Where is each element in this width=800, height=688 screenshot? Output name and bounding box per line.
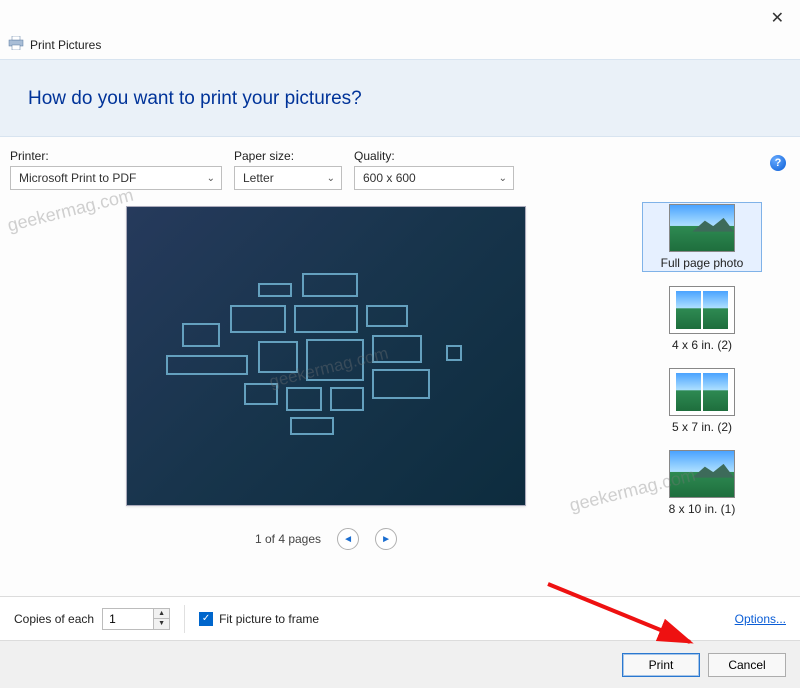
- printer-field: Printer: Microsoft Print to PDF ⌄: [10, 149, 222, 190]
- divider: [184, 605, 185, 633]
- print-preview: [126, 206, 526, 506]
- printer-label: Printer:: [10, 149, 222, 163]
- chevron-down-icon: ⌄: [499, 173, 507, 184]
- print-button[interactable]: Print: [622, 653, 700, 677]
- quality-select[interactable]: 600 x 600 ⌄: [354, 166, 514, 190]
- main-area: 1 of 4 pages ◄ ► Full page photo 4 x 6 in…: [0, 196, 800, 550]
- layout-label: 4 x 6 in. (2): [672, 338, 732, 352]
- layout-item[interactable]: 8 x 10 in. (1): [642, 448, 762, 518]
- printer-icon: [8, 36, 24, 53]
- copies-input[interactable]: [103, 609, 153, 629]
- window-title: Print Pictures: [30, 38, 101, 52]
- cancel-button[interactable]: Cancel: [708, 653, 786, 677]
- bottom-settings: Copies of each ▲ ▼ ✓ Fit picture to fram…: [0, 596, 800, 640]
- layout-label: 8 x 10 in. (1): [669, 502, 736, 516]
- fit-to-frame-checkbox[interactable]: ✓: [199, 612, 213, 626]
- layout-thumbnail: [669, 368, 735, 416]
- quality-value: 600 x 600: [363, 171, 416, 185]
- copies-increment[interactable]: ▲: [154, 609, 169, 620]
- help-icon[interactable]: ?: [770, 155, 786, 171]
- layout-thumbnail: [669, 286, 735, 334]
- chevron-down-icon: ⌄: [327, 173, 335, 184]
- layout-item[interactable]: 4 x 6 in. (2): [642, 284, 762, 354]
- page-heading: How do you want to print your pictures?: [28, 88, 772, 110]
- close-button[interactable]: ✕: [771, 8, 784, 28]
- paper-size-label: Paper size:: [234, 149, 342, 163]
- quality-label: Quality:: [354, 149, 514, 163]
- printer-value: Microsoft Print to PDF: [19, 171, 136, 185]
- copies-label: Copies of each: [14, 612, 94, 626]
- layout-column: Full page photo 4 x 6 in. (2) 5 x 7 in. (2…: [642, 202, 790, 550]
- chevron-down-icon: ⌄: [207, 173, 215, 184]
- layout-item[interactable]: 5 x 7 in. (2): [642, 366, 762, 436]
- next-page-button[interactable]: ►: [375, 528, 397, 550]
- layout-item[interactable]: Full page photo: [642, 202, 762, 272]
- layout-label: Full page photo: [661, 256, 744, 270]
- title-bar: Print Pictures: [0, 0, 800, 59]
- button-bar: Print Cancel: [0, 640, 800, 688]
- preview-column: 1 of 4 pages ◄ ►: [10, 202, 642, 550]
- preview-tiles: [166, 271, 486, 441]
- previous-page-button[interactable]: ◄: [337, 528, 359, 550]
- options-link[interactable]: Options...: [735, 612, 786, 626]
- copies-spinner: ▲ ▼: [102, 608, 170, 630]
- pager-status: 1 of 4 pages: [255, 532, 321, 546]
- paper-size-select[interactable]: Letter ⌄: [234, 166, 342, 190]
- paper-size-value: Letter: [243, 171, 274, 185]
- printer-select[interactable]: Microsoft Print to PDF ⌄: [10, 166, 222, 190]
- paper-size-field: Paper size: Letter ⌄: [234, 149, 342, 190]
- header-band: How do you want to print your pictures?: [0, 59, 800, 137]
- layout-label: 5 x 7 in. (2): [672, 420, 732, 434]
- fit-to-frame-label: Fit picture to frame: [219, 612, 319, 626]
- pager: 1 of 4 pages ◄ ►: [255, 528, 397, 550]
- layout-thumbnail: [669, 450, 735, 498]
- layout-list: Full page photo 4 x 6 in. (2) 5 x 7 in. (2…: [642, 202, 762, 542]
- print-options-row: Printer: Microsoft Print to PDF ⌄ Paper …: [0, 137, 800, 196]
- copies-decrement[interactable]: ▼: [154, 619, 169, 629]
- quality-field: Quality: 600 x 600 ⌄: [354, 149, 514, 190]
- layout-thumbnail: [669, 204, 735, 252]
